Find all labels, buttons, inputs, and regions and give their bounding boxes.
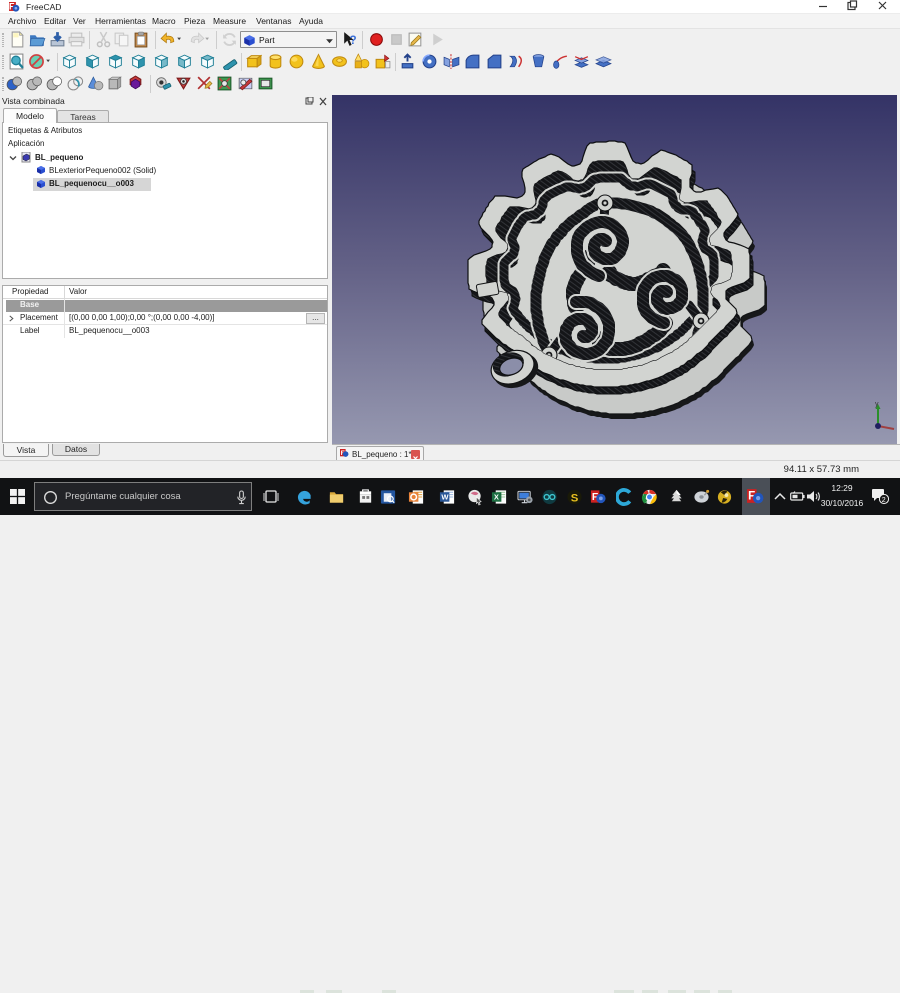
svg-text:S: S [571, 492, 579, 504]
svg-text:2: 2 [882, 497, 886, 504]
svg-text:W: W [441, 492, 449, 501]
svg-text:X: X [494, 492, 499, 501]
svg-text:y: y [875, 401, 879, 408]
